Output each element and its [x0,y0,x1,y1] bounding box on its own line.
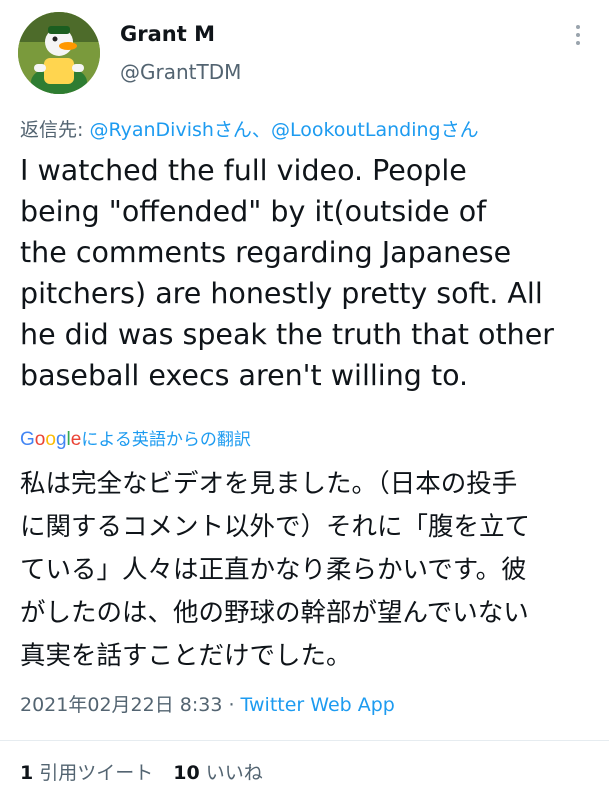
dot-icon [576,25,580,29]
tweet-meta: 2021年02月22日 8:33 · Twitter Web App [20,690,395,717]
mention-suffix[interactable]: さん [441,119,479,141]
dot-icon [576,33,580,37]
reply-prefix: 返信先: [20,119,90,141]
google-logo: Google [20,429,81,450]
likes-stat[interactable]: 10 いいね [173,762,263,784]
google-letter: e [70,429,82,450]
google-letter: o [45,429,56,450]
translation-label: による英語からの翻訳 [81,430,251,450]
divider [0,740,609,741]
mention-link[interactable]: @LookoutLanding [271,119,441,141]
tweet-text: I watched the full video. People being "… [20,154,554,392]
timestamp[interactable]: 2021年02月22日 8:33 [20,694,222,716]
quote-count: 1 [20,762,34,784]
meta-separator: · [222,694,241,716]
display-name[interactable]: Grant M [120,22,215,46]
tweet-stats: 1 引用ツイート 10 いいね [20,758,263,785]
quote-tweets-stat[interactable]: 1 引用ツイート [20,762,153,784]
more-options-icon[interactable] [568,22,588,54]
quote-label: 引用ツイート [39,762,154,784]
duck-mascot-icon [18,12,100,94]
user-handle[interactable]: @GrantTDM [120,60,241,84]
google-letter: G [20,429,35,450]
avatar[interactable] [18,12,100,94]
google-letter: o [34,429,46,450]
reply-to-line: 返信先: @RyanDivishさん、@LookoutLandingさん [20,115,479,142]
mention-suffix[interactable]: さん、 [214,119,271,141]
mention-link[interactable]: @RyanDivish [89,119,213,141]
translated-text: 私は完全なビデオを見ました。（日本の投手 に関するコメント以外で）それに「腹を立… [20,469,531,671]
source-app-link[interactable]: Twitter Web App [241,694,395,716]
dot-icon [576,41,580,45]
translation-attribution[interactable]: Googleによる英語からの翻訳 [20,425,251,451]
google-letter: g [55,429,67,450]
like-count: 10 [173,762,200,784]
like-label: いいね [205,762,263,784]
